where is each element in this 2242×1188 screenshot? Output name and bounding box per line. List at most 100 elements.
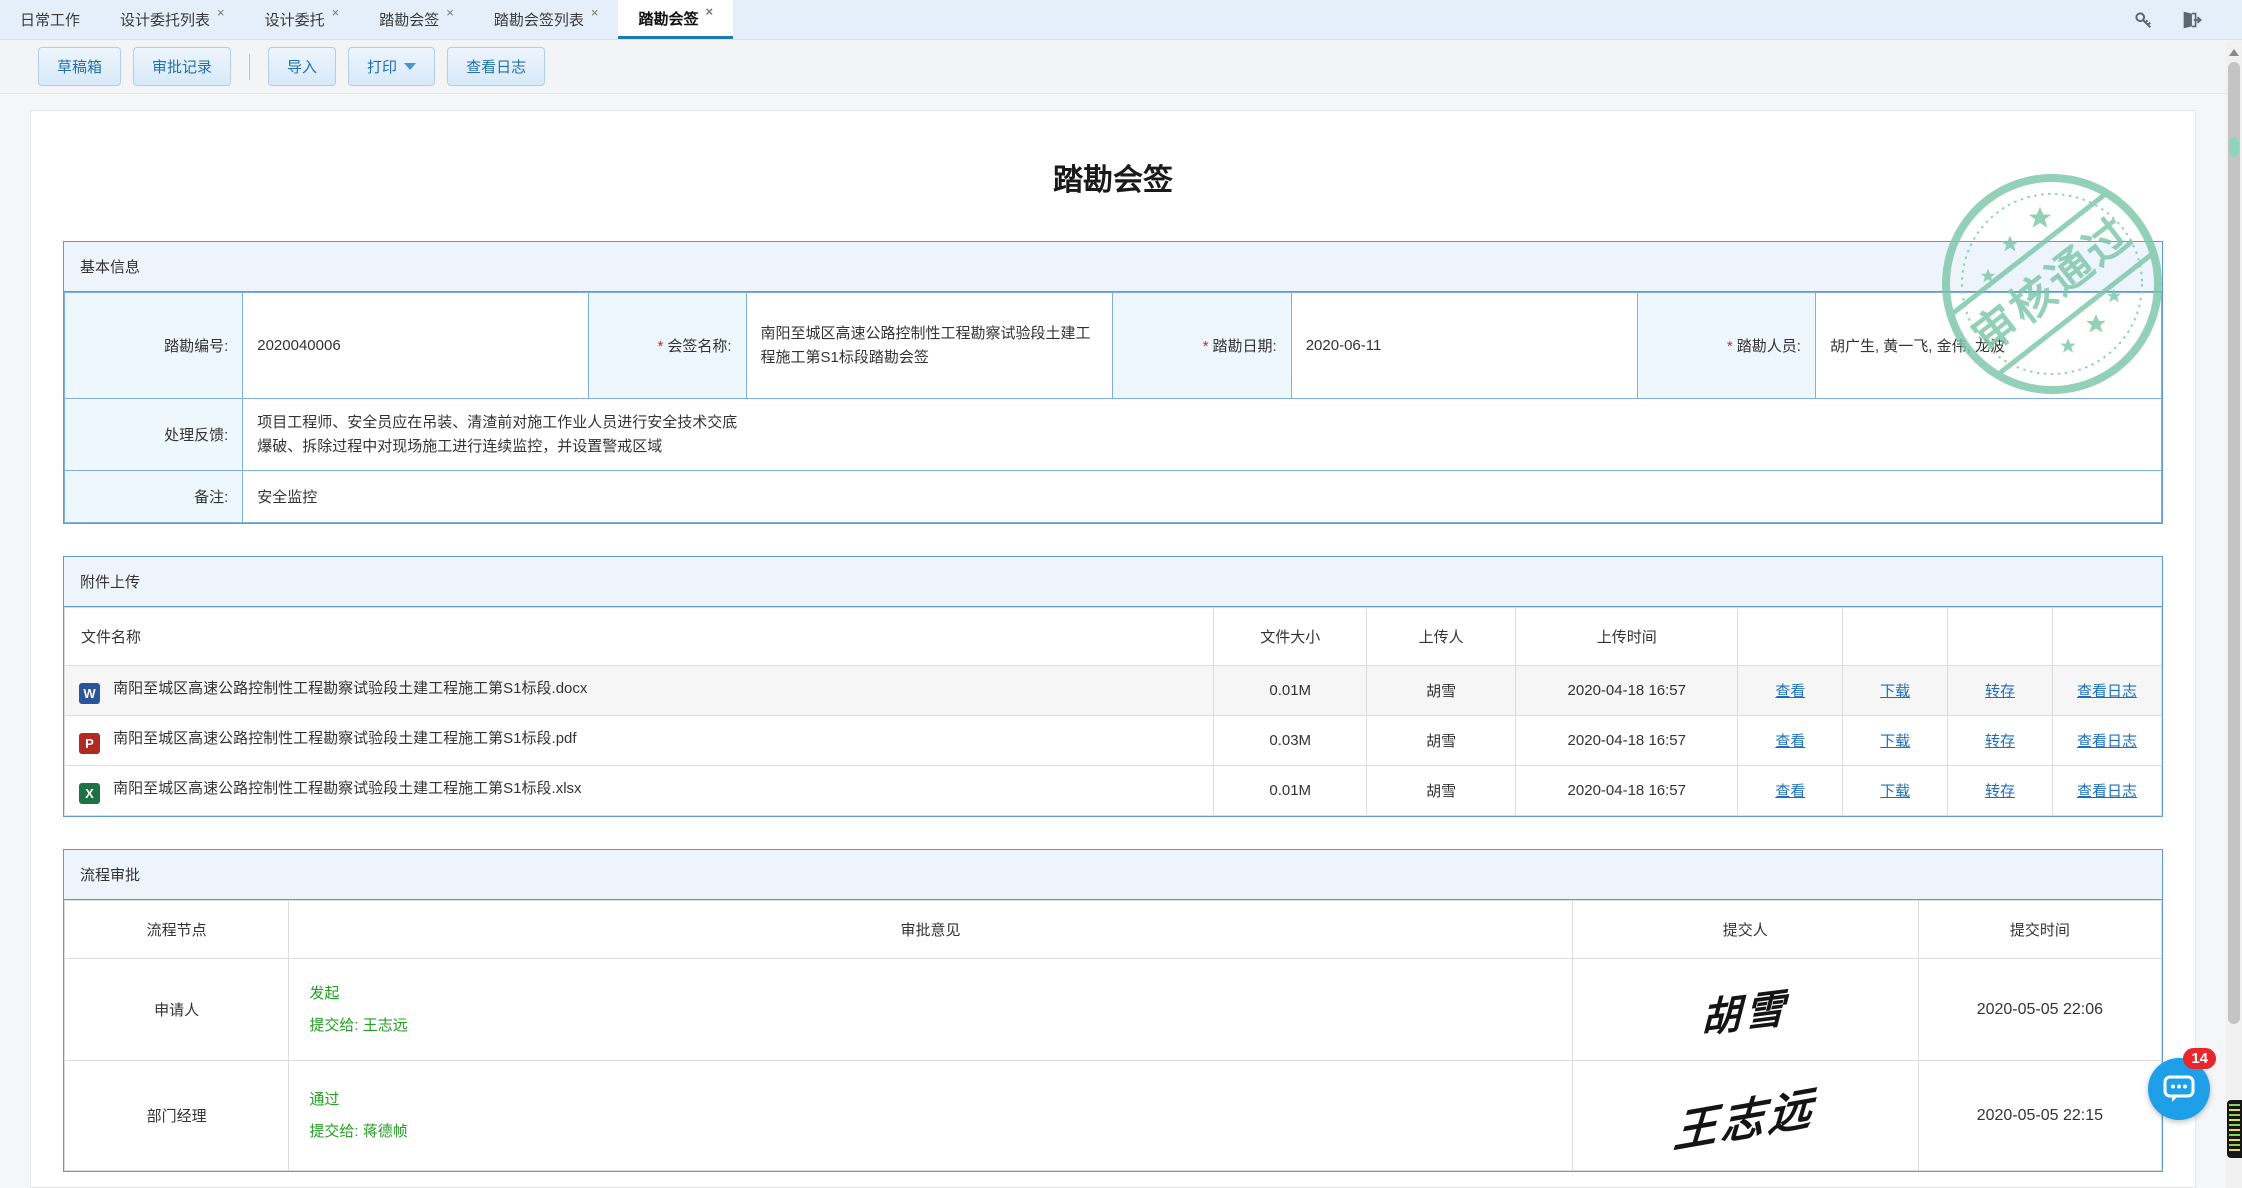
field-label-survey-date: *踏勘日期: — [1113, 293, 1291, 399]
workflow-section-title: 流程审批 — [64, 850, 2162, 900]
signature-cell: 胡雪 — [1572, 959, 1918, 1061]
chevron-down-icon — [404, 63, 416, 70]
file-name: 南阳至城区高速公路控制性工程勘察试验段土建工程施工第S1标段.pdf — [113, 730, 576, 747]
col-header-file-size: 文件大小 — [1214, 608, 1367, 666]
tab-survey-signoff-1[interactable]: 踏勘会签 × — [359, 0, 474, 39]
col-header-uploader: 上传人 — [1367, 608, 1516, 666]
field-label-survey-staff: *踏勘人员: — [1637, 293, 1815, 399]
required-marker: * — [1203, 338, 1209, 355]
basic-info-section: 基本信息 踏勘编号: 2020040006 *会签名称: 南阳至城区高速公路控制… — [63, 241, 2163, 524]
col-header-action-2 — [1843, 608, 1948, 666]
view-link[interactable]: 查看 — [1775, 683, 1805, 700]
field-value-remark: 安全监控 — [243, 471, 2162, 523]
view-log-label: 查看日志 — [466, 56, 526, 77]
tab-close-icon[interactable]: × — [705, 5, 713, 18]
field-value-feedback: 项目工程师、安全员应在吊装、清渣前对施工作业人员进行安全技术交底 爆破、拆除过程… — [243, 399, 2162, 471]
file-uploader: 胡雪 — [1367, 666, 1516, 716]
signature-cell: 王志远 — [1572, 1061, 1918, 1171]
attachments-table: 文件名称 文件大小 上传人 上传时间 W 南阳至城区高速公路控制性工程勘察试验段… — [64, 607, 2162, 816]
submit-time: 2020-05-05 22:15 — [1918, 1061, 2161, 1171]
required-marker: * — [657, 338, 663, 355]
col-header-upload-time: 上传时间 — [1516, 608, 1738, 666]
import-button[interactable]: 导入 — [268, 47, 336, 86]
file-size: 0.03M — [1214, 716, 1367, 766]
workflow-table: 流程节点 审批意见 提交人 提交时间 申请人 发起 提交给: 王志远 胡雪 20… — [64, 900, 2162, 1171]
view-log-link[interactable]: 查看日志 — [2077, 683, 2137, 700]
vertical-scrollbar[interactable] — [2226, 41, 2242, 1188]
tab-survey-signoff-list[interactable]: 踏勘会签列表 × — [474, 0, 619, 39]
col-header-submitter: 提交人 — [1572, 901, 1918, 959]
submit-time: 2020-05-05 22:06 — [1918, 959, 2161, 1061]
file-upload-time: 2020-04-18 16:57 — [1516, 666, 1738, 716]
approval-record-label: 审批记录 — [152, 56, 212, 77]
toolbar-divider — [249, 54, 250, 80]
download-link[interactable]: 下载 — [1880, 683, 1910, 700]
tab-design-commission[interactable]: 设计委托 × — [245, 0, 360, 39]
download-link[interactable]: 下载 — [1880, 733, 1910, 750]
workflow-action: 通过 — [309, 1084, 1559, 1116]
page-title: 踏勘会签 — [63, 111, 2163, 241]
tab-label: 踏勘会签列表 — [494, 9, 584, 30]
tab-daily-work[interactable]: 日常工作 — [0, 0, 100, 39]
workflow-row-applicant: 申请人 发起 提交给: 王志远 胡雪 2020-05-05 22:06 — [65, 959, 2162, 1061]
view-link[interactable]: 查看 — [1775, 733, 1805, 750]
signature-wang-zhiyuan: 王志远 — [1672, 1070, 1818, 1161]
file-name-cell: W 南阳至城区高速公路控制性工程勘察试验段土建工程施工第S1标段.docx — [65, 666, 1214, 716]
field-label-remark: 备注: — [65, 471, 243, 523]
field-label-signoff-name: *会签名称: — [589, 293, 746, 399]
chat-bubble-icon — [2162, 1074, 2196, 1104]
docked-widget[interactable] — [2227, 1100, 2242, 1158]
download-link[interactable]: 下载 — [1880, 783, 1910, 800]
field-value-survey-staff: 胡广生, 黄一飞, 金伟, 龙波 — [1815, 293, 2161, 399]
file-upload-time: 2020-04-18 16:57 — [1516, 766, 1738, 816]
tab-close-icon[interactable]: × — [217, 6, 225, 19]
tab-close-icon[interactable]: × — [446, 6, 454, 19]
key-icon[interactable] — [2132, 9, 2154, 31]
file-name-cell: P 南阳至城区高速公路控制性工程勘察试验段土建工程施工第S1标段.pdf — [65, 716, 1214, 766]
print-button[interactable]: 打印 — [348, 47, 435, 86]
file-uploader: 胡雪 — [1367, 766, 1516, 816]
scrollbar-up-arrow-icon[interactable] — [2229, 49, 2239, 56]
col-header-action-4 — [2052, 608, 2161, 666]
tab-design-commission-list[interactable]: 设计委托列表 × — [100, 0, 245, 39]
transfer-link[interactable]: 转存 — [1985, 683, 2015, 700]
workflow-node: 申请人 — [65, 959, 289, 1061]
file-uploader: 胡雪 — [1367, 716, 1516, 766]
scrollbar-marker — [2229, 137, 2239, 157]
transfer-link[interactable]: 转存 — [1985, 783, 2015, 800]
basic-info-table: 踏勘编号: 2020040006 *会签名称: 南阳至城区高速公路控制性工程勘察… — [64, 292, 2162, 523]
view-link[interactable]: 查看 — [1775, 783, 1805, 800]
attachment-row-xlsx: X 南阳至城区高速公路控制性工程勘察试验段土建工程施工第S1标段.xlsx 0.… — [65, 766, 2162, 816]
view-log-link[interactable]: 查看日志 — [2077, 733, 2137, 750]
file-size: 0.01M — [1214, 666, 1367, 716]
approval-record-button[interactable]: 审批记录 — [133, 47, 231, 86]
pdf-file-icon: P — [79, 733, 100, 754]
draft-box-button[interactable]: 草稿箱 — [38, 47, 121, 86]
view-log-link[interactable]: 查看日志 — [2077, 783, 2137, 800]
header-actions — [2132, 0, 2242, 39]
col-header-submit-time: 提交时间 — [1918, 901, 2161, 959]
tab-survey-signoff-active[interactable]: 踏勘会签 × — [618, 0, 733, 39]
field-value-survey-no: 2020040006 — [243, 293, 589, 399]
tab-label: 踏勘会签 — [379, 9, 439, 30]
workflow-submit-to: 提交给: 王志远 — [309, 1010, 1559, 1042]
col-header-opinion: 审批意见 — [289, 901, 1572, 959]
tab-close-icon[interactable]: × — [332, 6, 340, 19]
signature-hu-xue: 胡雪 — [1701, 975, 1789, 1044]
attachments-section: 附件上传 文件名称 文件大小 上传人 上传时间 — [63, 556, 2163, 817]
field-value-signoff-name: 南阳至城区高速公路控制性工程勘察试验段土建工程施工第S1标段踏勘会签 — [746, 293, 1113, 399]
tab-close-icon[interactable]: × — [591, 6, 599, 19]
transfer-link[interactable]: 转存 — [1985, 733, 2015, 750]
logout-icon[interactable] — [2180, 9, 2202, 31]
attachment-row-pdf: P 南阳至城区高速公路控制性工程勘察试验段土建工程施工第S1标段.pdf 0.0… — [65, 716, 2162, 766]
col-header-action-3 — [1948, 608, 2053, 666]
col-header-node: 流程节点 — [65, 901, 289, 959]
field-label-feedback: 处理反馈: — [65, 399, 243, 471]
word-file-icon: W — [79, 683, 100, 704]
attachment-row-docx: W 南阳至城区高速公路控制性工程勘察试验段土建工程施工第S1标段.docx 0.… — [65, 666, 2162, 716]
scrollbar-thumb[interactable] — [2228, 62, 2240, 1024]
tab-label: 踏勘会签 — [638, 8, 698, 29]
field-value-survey-date: 2020-06-11 — [1291, 293, 1637, 399]
view-log-button[interactable]: 查看日志 — [447, 47, 545, 86]
chat-button[interactable]: 14 — [2148, 1058, 2210, 1120]
